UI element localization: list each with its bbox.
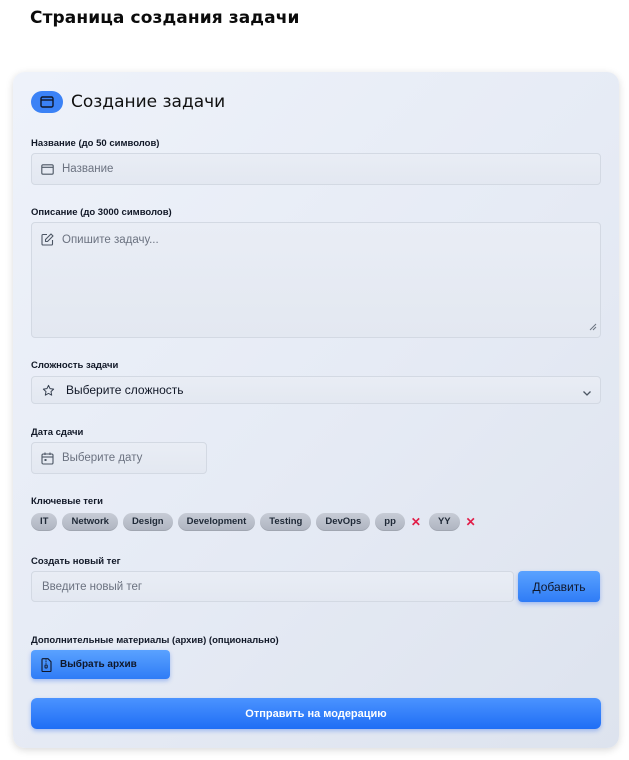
resize-handle-icon[interactable] xyxy=(589,322,597,334)
card-title: Создание задачи xyxy=(71,92,226,112)
name-placeholder: Название xyxy=(62,163,114,175)
chevron-down-icon xyxy=(582,386,592,400)
name-label: Название (до 50 символов) xyxy=(31,138,160,149)
tag-yy[interactable]: YY xyxy=(428,513,460,531)
choose-archive-button[interactable]: Выбрать архив xyxy=(31,650,170,679)
edit-icon xyxy=(41,233,54,246)
page-title: Страница создания задачи xyxy=(30,8,300,28)
add-tag-button[interactable]: Добавить xyxy=(518,571,600,602)
tags-label: Ключевые теги xyxy=(31,496,103,507)
window-icon xyxy=(31,91,63,113)
page: Страница создания задачи Создание задачи… xyxy=(0,0,629,760)
tag-testing[interactable]: Testing xyxy=(260,513,312,531)
tag-devops[interactable]: DevOps xyxy=(316,513,371,531)
new-tag-placeholder: Введите новый тег xyxy=(42,580,143,593)
difficulty-value: Выберите сложность xyxy=(66,383,184,397)
remove-tag-yy-icon[interactable]: ✕ xyxy=(466,513,476,531)
submit-moderation-button[interactable]: Отправить на модерацию xyxy=(31,698,601,729)
file-archive-icon xyxy=(41,657,52,672)
date-placeholder: Выберите дату xyxy=(62,452,143,464)
tag-it[interactable]: IT xyxy=(31,513,58,531)
remove-tag-pp-icon[interactable]: ✕ xyxy=(411,513,421,531)
new-tag-label: Создать новый тег xyxy=(31,556,121,567)
choose-archive-label: Выбрать архив xyxy=(60,659,137,670)
difficulty-label: Сложность задачи xyxy=(31,360,119,371)
description-placeholder: Опишите задачу... xyxy=(62,234,159,246)
calendar-icon xyxy=(41,452,54,465)
tag-network[interactable]: Network xyxy=(62,513,118,531)
tag-list: IT Network Design Development Testing De… xyxy=(31,513,484,531)
description-textarea[interactable]: Опишите задачу... xyxy=(31,222,601,338)
tag-pp[interactable]: pp xyxy=(375,513,405,531)
description-label: Описание (до 3000 символов) xyxy=(31,207,172,218)
new-tag-input[interactable]: Введите новый тег xyxy=(31,571,514,602)
tag-development[interactable]: Development xyxy=(177,513,256,531)
name-input[interactable]: Название xyxy=(31,153,601,185)
window-icon xyxy=(41,163,54,175)
date-picker[interactable]: Выберите дату xyxy=(31,442,207,474)
difficulty-select[interactable]: Выберите сложность xyxy=(31,376,601,404)
date-label: Дата сдачи xyxy=(31,427,84,438)
tag-design[interactable]: Design xyxy=(122,513,173,531)
attachments-label: Дополнительные материалы (архив) (опцион… xyxy=(31,635,279,646)
card-header: Создание задачи xyxy=(31,91,225,113)
task-form-card: Создание задачи Название (до 50 символов… xyxy=(13,72,619,748)
star-icon xyxy=(42,384,55,397)
